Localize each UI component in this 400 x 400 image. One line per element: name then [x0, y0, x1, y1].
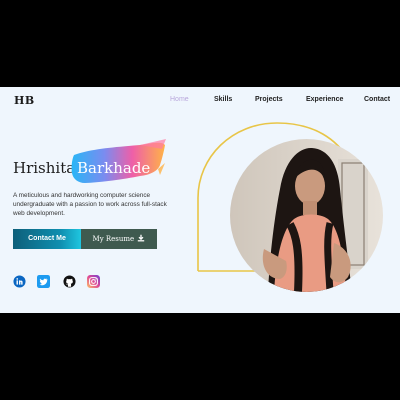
- twitter-icon[interactable]: [37, 275, 50, 288]
- github-icon[interactable]: [63, 275, 76, 288]
- profile-photo-illustration: [230, 139, 383, 292]
- linkedin-icon[interactable]: [13, 275, 26, 288]
- portfolio-page: HB Home Skills Projects Experience Conta…: [0, 87, 400, 313]
- hero-tagline: A meticulous and hardworking computer sc…: [13, 192, 167, 217]
- nav-skills[interactable]: Skills: [214, 96, 232, 103]
- nav-home[interactable]: Home: [170, 96, 189, 103]
- contact-me-label: Contact Me: [28, 235, 66, 242]
- nav-projects[interactable]: Projects: [255, 96, 283, 103]
- profile-photo: [230, 139, 383, 292]
- main-nav: Home Skills Projects Experience Contact: [0, 96, 400, 108]
- resume-button[interactable]: My Resume: [81, 229, 157, 249]
- contact-me-button[interactable]: Contact Me: [13, 229, 81, 249]
- instagram-icon[interactable]: [87, 275, 100, 288]
- nav-experience[interactable]: Experience: [306, 96, 343, 103]
- hero-last-name: Barkhade: [77, 159, 151, 177]
- download-icon: [138, 234, 145, 242]
- nav-contact[interactable]: Contact: [364, 96, 390, 103]
- hero-first-name: Hrishita: [13, 159, 76, 177]
- resume-label: My Resume: [92, 235, 135, 243]
